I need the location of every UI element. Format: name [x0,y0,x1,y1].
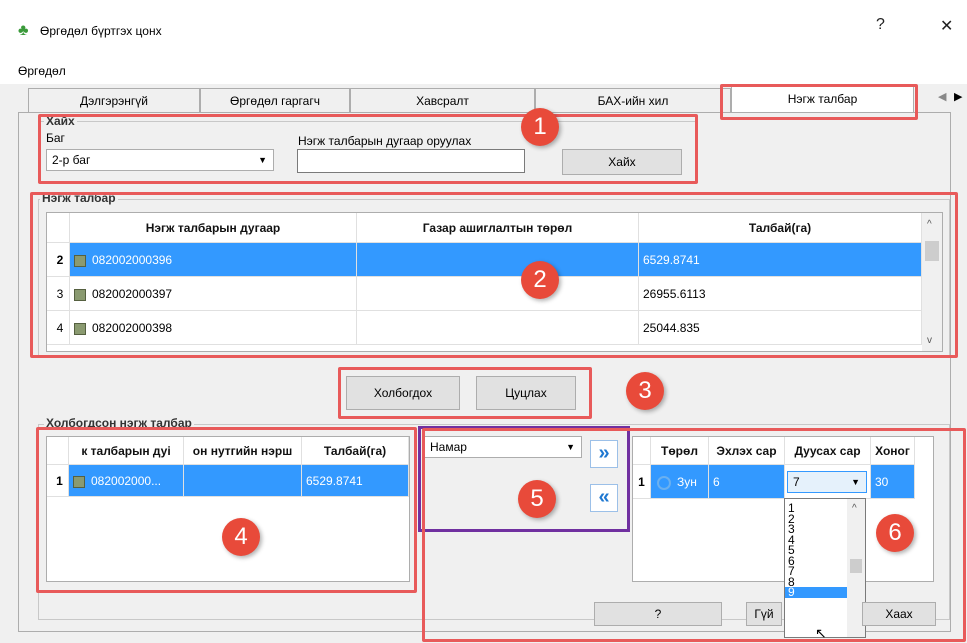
annotation-badge-2: 2 [521,261,559,299]
help-title-button[interactable]: ? [876,16,885,34]
tab-scroll-left-icon[interactable]: ◀ [938,90,946,103]
tab-attachment[interactable]: Хавсралт [350,88,535,112]
annotation-badge-5: 5 [518,480,556,518]
tab-scroll-right-icon[interactable]: ▶ [954,90,962,103]
menu-bar [0,52,967,84]
tab-border[interactable]: БАХ-ийн хил [535,88,731,112]
annotation-badge-3: 3 [626,372,664,410]
highlight-parcel-tab [720,84,918,120]
close-window-button[interactable]: ✕ [940,16,953,36]
annotation-badge-1: 1 [521,108,559,146]
highlight-parcel-table [30,192,958,358]
tab-details[interactable]: Дэлгэрэнгүй [28,88,200,112]
window-title: Өргөдөл бүртгэх цонх [40,24,162,38]
annotation-badge-6: 6 [876,514,914,552]
app-icon: ♣ [18,22,29,39]
highlight-linked-table [36,427,417,593]
annotation-badge-4: 4 [222,518,260,556]
highlight-search-group [38,114,698,184]
tab-applicant[interactable]: Өргөдөл гаргагч [200,88,350,112]
menu-item-application[interactable]: Өргөдөл [18,64,66,78]
highlight-link-buttons [338,367,592,419]
